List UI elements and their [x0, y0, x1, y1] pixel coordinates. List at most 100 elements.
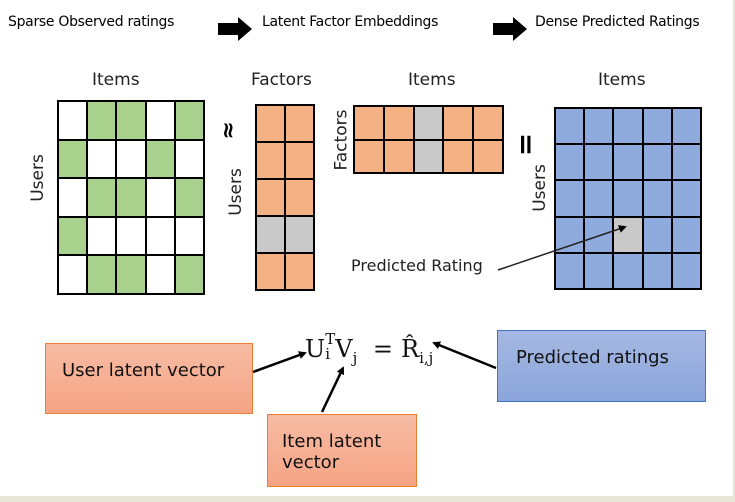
- empty-rating-cell: [88, 217, 116, 255]
- predicted-cell: [556, 217, 584, 252]
- predicted-cell: [614, 253, 642, 288]
- item-factor-cell: [444, 140, 473, 172]
- user-factor-cell: [286, 180, 313, 215]
- item-factor-cell: [474, 107, 502, 139]
- approx-symbol: ≈: [215, 121, 241, 140]
- predicted-cell: [556, 145, 584, 180]
- step-latent-factor: Latent Factor Embeddings: [262, 14, 439, 30]
- empty-rating-cell: [146, 102, 174, 139]
- predicted-cell: [614, 181, 642, 216]
- empty-rating-cell: [175, 217, 203, 255]
- empty-rating-cell: [146, 217, 174, 255]
- item-factors-items-label: Items: [408, 70, 456, 90]
- ratings-items-label: Items: [92, 70, 140, 90]
- item-factor-cell: [474, 140, 502, 172]
- empty-rating-cell: [117, 217, 145, 255]
- user-factor-cell: [257, 143, 284, 178]
- user-factors-label: Factors: [251, 70, 312, 90]
- step-dense-predicted: Dense Predicted Ratings: [535, 14, 700, 30]
- user-latent-vector-box: User latent vector: [45, 343, 253, 414]
- user-factor-matrix: [255, 104, 315, 291]
- predicted-cell: [672, 253, 700, 288]
- observed-rating-cell: [88, 256, 116, 293]
- empty-rating-cell: [117, 140, 145, 178]
- predicted-cell: [585, 181, 613, 216]
- formula: U Ti Vj = R̂i,j: [305, 331, 434, 367]
- ratings-users-label: Users: [27, 154, 48, 202]
- right-arrow-icon: [493, 17, 527, 41]
- predicted-cell: [643, 217, 671, 252]
- predicted-rating-cell-highlight: [614, 217, 642, 252]
- user-factor-cell: [257, 180, 284, 215]
- empty-rating-cell: [59, 102, 87, 139]
- user-factor-cell: [286, 254, 313, 289]
- right-arrow-icon: [218, 17, 252, 41]
- user-vector-arrow: [252, 351, 307, 374]
- predicted-cell: [585, 109, 613, 144]
- user-latent-vector-label: User latent vector: [62, 360, 225, 381]
- observed-rating-cell: [59, 217, 87, 255]
- predicted-cell: [585, 253, 613, 288]
- predicted-ratings-arrow: [432, 341, 497, 370]
- user-factor-cell: [257, 106, 284, 141]
- item-factor-cell: [444, 107, 473, 139]
- predicted-cell: [585, 145, 613, 180]
- item-vector-cell-highlight: [414, 140, 443, 172]
- formula-u-sub: i: [325, 344, 331, 363]
- predicted-cell: [672, 181, 700, 216]
- empty-rating-cell: [88, 140, 116, 178]
- formula-v-sub: j: [352, 348, 358, 367]
- predicted-cell: [672, 145, 700, 180]
- predicted-users-label: Users: [529, 164, 550, 212]
- observed-rating-cell: [117, 179, 145, 216]
- formula-r: R̂: [401, 335, 420, 363]
- observed-rating-cell: [117, 102, 145, 139]
- predicted-cell: [614, 145, 642, 180]
- item-factor-cell: [355, 107, 383, 139]
- item-factor-cell: [384, 140, 413, 172]
- diagram-canvas: Sparse Observed ratings Latent Factor Em…: [0, 0, 733, 496]
- ratings-matrix: [57, 100, 205, 295]
- user-factor-cell: [286, 143, 313, 178]
- user-factors-users-label: Users: [225, 168, 246, 216]
- user-factor-cell: [286, 106, 313, 141]
- item-factor-matrix: [353, 105, 504, 174]
- equals-symbol: =: [510, 132, 544, 157]
- observed-rating-cell: [59, 140, 87, 178]
- predicted-cell: [556, 109, 584, 144]
- predicted-ratings-box: Predicted ratings: [497, 330, 706, 402]
- predicted-rating-annotation: Predicted Rating: [351, 256, 483, 275]
- predicted-ratings-label: Predicted ratings: [516, 347, 669, 368]
- formula-u: U: [305, 335, 326, 363]
- user-vector-cell-highlight: [286, 217, 313, 252]
- observed-rating-cell: [175, 102, 203, 139]
- formula-equals: =: [372, 335, 393, 363]
- observed-rating-cell: [88, 102, 116, 139]
- predicted-matrix: [554, 107, 702, 290]
- predicted-cell: [643, 181, 671, 216]
- item-vector-cell-highlight: [414, 107, 443, 139]
- observed-rating-cell: [175, 179, 203, 216]
- user-vector-cell-highlight: [257, 217, 284, 252]
- empty-rating-cell: [175, 140, 203, 178]
- item-latent-vector-label: Item latent vector: [282, 431, 382, 473]
- observed-rating-cell: [146, 140, 174, 178]
- predicted-cell: [643, 253, 671, 288]
- predicted-cell: [672, 109, 700, 144]
- observed-rating-cell: [175, 256, 203, 293]
- item-latent-vector-box: Item latent vector: [267, 414, 417, 487]
- predicted-cell: [585, 217, 613, 252]
- item-vector-arrow: [320, 366, 345, 413]
- formula-v: V: [335, 335, 353, 363]
- item-factors-factors-label: Factors: [331, 109, 352, 171]
- predicted-items-label: Items: [598, 70, 646, 90]
- predicted-cell: [643, 109, 671, 144]
- item-factor-cell: [355, 140, 383, 172]
- observed-rating-cell: [88, 179, 116, 216]
- empty-rating-cell: [59, 179, 87, 216]
- empty-rating-cell: [59, 256, 87, 293]
- predicted-cell: [672, 217, 700, 252]
- formula-r-sub: i,j: [419, 348, 434, 367]
- observed-rating-cell: [117, 256, 145, 293]
- predicted-cell: [556, 181, 584, 216]
